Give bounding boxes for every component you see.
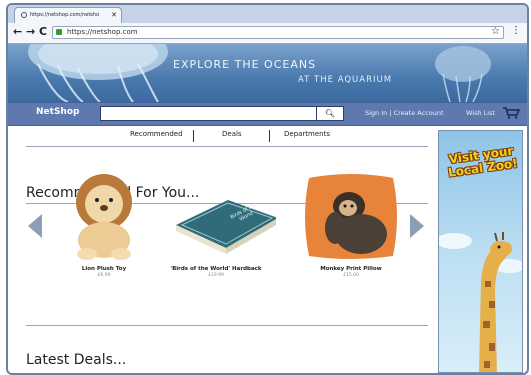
- product-price: £19.99: [208, 273, 224, 278]
- divider: [26, 325, 428, 326]
- browser-tab[interactable]: https://netshop.com/netsho ✕: [14, 7, 122, 23]
- wish-list-link[interactable]: Wish List: [466, 109, 495, 117]
- lion-plush-image[interactable]: [54, 170, 154, 262]
- latest-deals-heading: Latest Deals...: [26, 352, 127, 368]
- back-icon[interactable]: ←: [13, 25, 22, 39]
- tab-recommended[interactable]: Recommended: [130, 130, 183, 138]
- reload-icon[interactable]: C: [39, 25, 47, 39]
- hero-subtitle: AT THE AQUARIUM: [298, 75, 393, 85]
- site-navbar: NetShop 🔍︎ Sign In | Create Account Wish…: [8, 102, 527, 126]
- url-text: https://netshop.com: [67, 28, 138, 36]
- lock-icon: [56, 29, 62, 35]
- category-tabs: Recommended Deals Departments: [26, 130, 428, 144]
- zoo-advert[interactable]: Visit your Local Zoo!: [438, 130, 523, 373]
- site-logo[interactable]: NetShop: [36, 107, 79, 117]
- close-tab-icon[interactable]: ✕: [111, 8, 117, 23]
- hero-title: EXPLORE THE OCEANS: [173, 58, 317, 71]
- hero-banner[interactable]: EXPLORE THE OCEANS AT THE AQUARIUM: [8, 44, 527, 102]
- tab-title: https://netshop.com/netsho: [30, 12, 100, 18]
- product-card[interactable]: Monkey Print Pillow £15.00: [291, 170, 411, 282]
- product-price: £15.00: [343, 273, 359, 278]
- product-name[interactable]: Lion Plush Toy: [44, 266, 164, 272]
- jellyfish-illustration: [28, 44, 491, 102]
- tab-divider: [269, 130, 270, 142]
- divider: [26, 146, 428, 147]
- tab-deals[interactable]: Deals: [222, 130, 242, 138]
- product-price: £6.99: [97, 273, 111, 278]
- forward-icon[interactable]: →: [26, 25, 35, 39]
- web-page: EXPLORE THE OCEANS AT THE AQUARIUM NetSh…: [8, 44, 527, 373]
- menu-icon[interactable]: ⋮: [511, 25, 521, 36]
- sign-in-link[interactable]: Sign In | Create Account: [365, 109, 444, 117]
- search-icon[interactable]: 🔍︎: [316, 107, 343, 120]
- giraffe-illustration: [439, 232, 522, 372]
- carousel-prev-icon[interactable]: [28, 214, 42, 238]
- cart-icon[interactable]: [502, 107, 520, 119]
- book-image[interactable]: Birds of the World: [166, 170, 278, 262]
- product-card[interactable]: Lion Plush Toy £6.99: [44, 170, 164, 282]
- tab-strip: https://netshop.com/netsho ✕: [8, 5, 527, 23]
- address-bar[interactable]: https://netshop.com ☆: [52, 26, 504, 39]
- product-name[interactable]: Monkey Print Pillow: [291, 266, 411, 272]
- carousel-next-icon[interactable]: [410, 214, 424, 238]
- address-toolbar: ← → C https://netshop.com ☆ ⋮: [8, 23, 527, 44]
- bookmark-star-icon[interactable]: ☆: [491, 26, 500, 37]
- search-field[interactable]: 🔍︎: [100, 106, 344, 121]
- page-icon: [21, 11, 27, 18]
- product-card[interactable]: Birds of the World 'Birds of the World' …: [156, 170, 278, 282]
- browser-window: https://netshop.com/netsho ✕ ← → C https…: [6, 3, 529, 375]
- monkey-pillow-image[interactable]: [301, 170, 401, 262]
- product-name[interactable]: 'Birds of the World' Hardback: [156, 266, 276, 272]
- tab-divider: [193, 130, 194, 142]
- tab-departments[interactable]: Departments: [284, 130, 330, 138]
